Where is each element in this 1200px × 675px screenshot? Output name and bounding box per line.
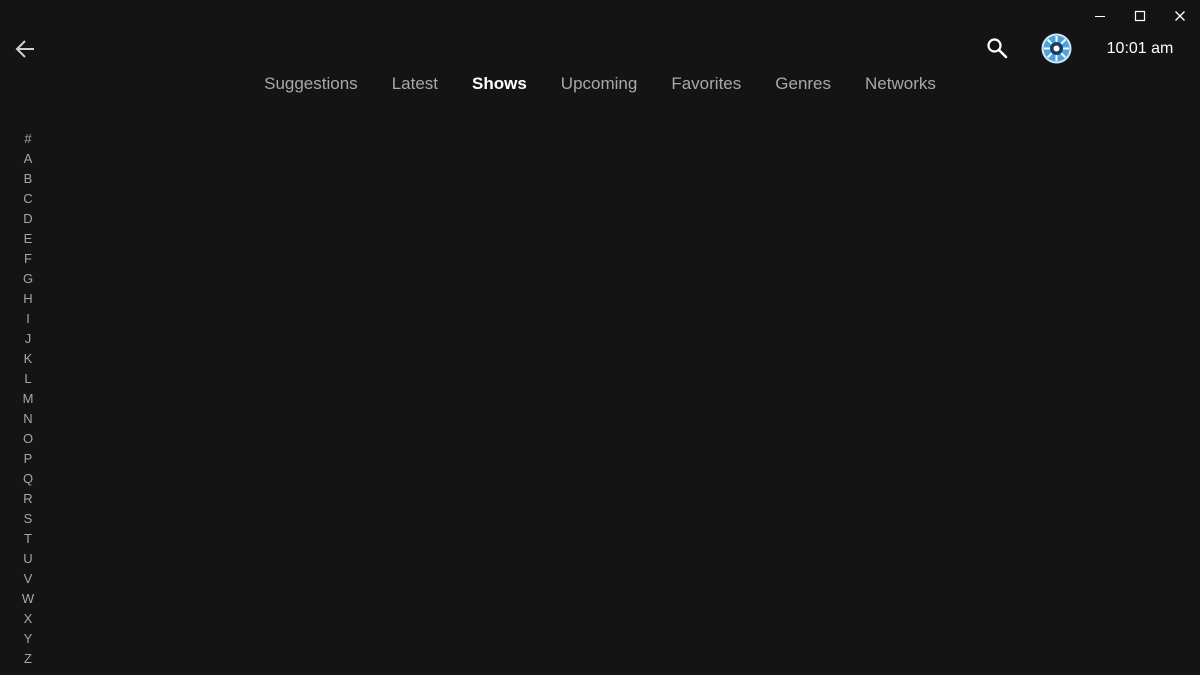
alphabet-letter-j[interactable]: J — [18, 329, 38, 349]
close-icon — [1175, 11, 1185, 21]
window-controls — [1080, 0, 1200, 32]
close-button[interactable] — [1160, 0, 1200, 32]
alphabet-letter-g[interactable]: G — [18, 269, 38, 289]
maximize-button[interactable] — [1120, 0, 1160, 32]
alphabet-letter-p[interactable]: P — [18, 449, 38, 469]
avatar-icon — [1041, 33, 1072, 64]
search-button[interactable] — [982, 33, 1012, 63]
minimize-button[interactable] — [1080, 0, 1120, 32]
alphabet-letter-w[interactable]: W — [18, 589, 38, 609]
alphabet-letter-n[interactable]: N — [18, 409, 38, 429]
clock-time: 10:01 am — [1106, 40, 1174, 57]
back-button[interactable] — [10, 34, 40, 64]
alphabet-letter-y[interactable]: Y — [18, 629, 38, 649]
alphabet-letter-r[interactable]: R — [18, 489, 38, 509]
alphabet-letter-k[interactable]: K — [18, 349, 38, 369]
tab-shows[interactable]: Shows — [472, 72, 527, 96]
alphabet-letter-a[interactable]: A — [18, 149, 38, 169]
alphabet-letter-m[interactable]: M — [18, 389, 38, 409]
alphabet-letter-t[interactable]: T — [18, 529, 38, 549]
tab-upcoming[interactable]: Upcoming — [561, 72, 638, 96]
shows-content-area — [60, 110, 1180, 665]
tab-favorites[interactable]: Favorites — [671, 72, 741, 96]
tab-genres[interactable]: Genres — [775, 72, 831, 96]
alphabet-letter-e[interactable]: E — [18, 229, 38, 249]
alphabet-letter-z[interactable]: Z — [18, 649, 38, 669]
search-icon — [987, 38, 1008, 59]
arrow-left-icon — [15, 40, 34, 58]
alphabet-letter-i[interactable]: I — [18, 309, 38, 329]
alphabet-letter-x[interactable]: X — [18, 609, 38, 629]
alphabet-letter-v[interactable]: V — [18, 569, 38, 589]
alphabet-letter-f[interactable]: F — [18, 249, 38, 269]
alphabet-letter-s[interactable]: S — [18, 509, 38, 529]
tab-latest[interactable]: Latest — [392, 72, 438, 96]
alphabet-jump-list: # A B C D E F G H I J K L M N O P Q R S … — [18, 129, 38, 669]
alphabet-letter-l[interactable]: L — [18, 369, 38, 389]
alphabet-letter-h[interactable]: H — [18, 289, 38, 309]
tab-networks[interactable]: Networks — [865, 72, 936, 96]
main-tabs: Suggestions Latest Shows Upcoming Favori… — [0, 72, 1200, 96]
alphabet-letter-d[interactable]: D — [18, 209, 38, 229]
app-window: 10:01 am Suggestions Latest Shows Upcomi… — [0, 0, 1200, 675]
maximize-icon — [1134, 10, 1146, 22]
alphabet-letter-q[interactable]: Q — [18, 469, 38, 489]
alphabet-letter-u[interactable]: U — [18, 549, 38, 569]
alphabet-letter-b[interactable]: B — [18, 169, 38, 189]
alphabet-letter-c[interactable]: C — [18, 189, 38, 209]
avatar[interactable] — [1041, 33, 1072, 64]
alphabet-letter-hash[interactable]: # — [18, 129, 38, 149]
alphabet-letter-o[interactable]: O — [18, 429, 38, 449]
minimize-icon — [1095, 16, 1105, 17]
tab-suggestions[interactable]: Suggestions — [264, 72, 358, 96]
